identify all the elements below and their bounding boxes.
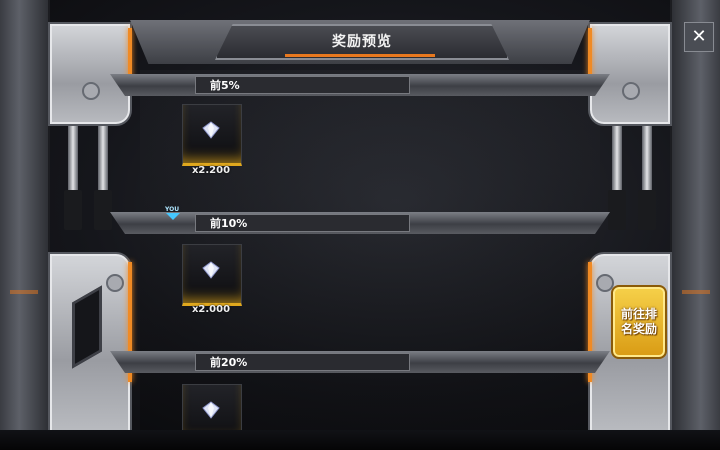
close-button[interactable]: ✕ — [684, 22, 714, 52]
tier-rail: 前20% — [110, 351, 610, 373]
reward-quantity: x2.000 — [191, 304, 231, 315]
tier-label: 前10% — [195, 214, 410, 232]
right-piston — [608, 120, 626, 230]
header-accent — [285, 54, 435, 57]
reward-item[interactable] — [182, 244, 242, 306]
tier-label: 前20% — [195, 353, 410, 371]
tier-rail: 前5% — [110, 74, 610, 96]
left-frame — [0, 0, 50, 450]
bottom-bar — [0, 430, 720, 450]
left-bottom-unit — [48, 252, 132, 434]
right-piston — [638, 120, 656, 230]
diamond-icon — [202, 121, 220, 139]
orange-edge — [128, 28, 132, 78]
diamond-icon — [202, 401, 220, 419]
you-marker-arrow — [166, 213, 180, 220]
you-marker-label: YOU — [165, 206, 180, 213]
go-ranking-rewards-button[interactable]: 前往排名奖励 — [611, 285, 667, 359]
reward-item[interactable] — [182, 104, 242, 166]
diamond-icon — [202, 261, 220, 279]
left-piston — [64, 120, 82, 230]
tier-label: 前5% — [195, 76, 410, 94]
left-piston — [94, 120, 112, 230]
go-button-label: 前往排名奖励 — [621, 307, 658, 336]
reward-quantity: x2.200 — [191, 165, 231, 176]
right-frame — [670, 0, 720, 450]
close-icon: ✕ — [691, 26, 707, 47]
tier-rail: 前10% — [110, 212, 610, 234]
orange-edge — [588, 28, 592, 78]
